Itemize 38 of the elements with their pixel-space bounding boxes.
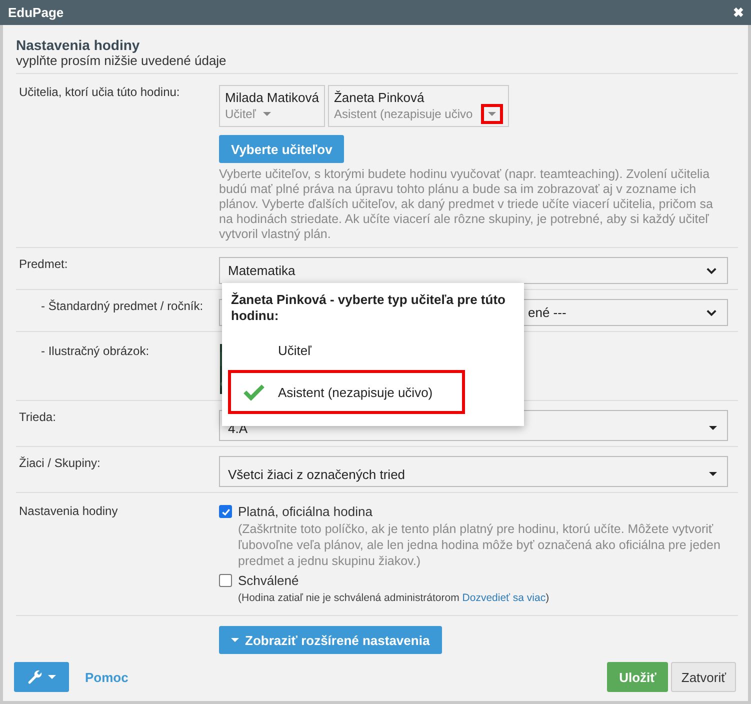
dialog-subtitle: vyplňte prosím nižšie uvedené údaje [16,53,228,68]
checkbox-label: Platná, oficiálna hodina [238,504,372,519]
field-label: Trieda: [19,410,56,424]
field-label: Nastavenia hodiny [19,504,118,518]
teacher-type-option[interactable]: Učiteľ [228,332,465,368]
field-label: Učitelia, ktorí učia túto hodinu: [19,85,180,99]
popup-title: Žaneta Pinková - vyberte typ učiteľa pre túto hodinu: [230,292,506,324]
field-label: Žiaci / Skupiny: [19,456,100,470]
teacher-name: Milada Matiková [225,90,319,105]
option-note: (Hodina zatiaľ nie je schválená administrátorom Dozvedieť sa viac) [238,591,550,606]
teacher-chip[interactable]: Milada Matiková Učiteľ [219,85,325,127]
caret-icon[interactable] [480,104,503,124]
option-note: (Zaškrtnite toto políčko, ak je tento plán platný pre hodinu, ktorú učíte. Môžete vytvoriť ľubovoľne veľa plánov, ale len jedna hodina môže byť označená ako oficiálna pre jeden predmet a jednu skupinu žiakov.) [238,521,722,569]
field-label: - Štandardný predmet / ročník: [41,299,204,313]
learn-more-link[interactable]: Dozvedieť sa viac [462,592,546,604]
checkbox[interactable] [219,574,232,587]
close-button[interactable]: ✖ [733,5,744,20]
check-icon [243,383,265,401]
chevron-down-icon [706,308,717,316]
teacher-name: Žaneta Pinková [334,90,426,105]
select-field[interactable]: Matematika [219,257,728,284]
teacher-role: Učiteľ [225,107,256,121]
select-field[interactable]: Všetci žiaci z označených tried [219,456,728,487]
close-dialog-button[interactable]: Zatvoriť [671,662,736,692]
field-label: - Ilustračný obrázok: [41,344,150,358]
checkbox-label: Schválené [238,573,299,588]
tools-button[interactable] [14,662,69,692]
wrench-icon [27,669,43,685]
teacher-chip[interactable]: Žaneta Pinková Asistent (nezapisuje učivo [328,85,509,127]
chevron-down-icon [706,266,717,274]
checkbox[interactable] [219,505,232,518]
field-label: Predmet: [19,257,68,271]
dialog-title: Nastavenia hodiny [16,37,141,53]
help-text: Vyberte učiteľov, s ktorými budete hodinu vyučovať (napr. teamteaching). Zvolení učitelia budú mať plné práva na úpravu tohto plánu a bude sa im zobrazovať aj v zozname ich plánov. Vyberte ďalších učiteľov, ak daný predmet v triede učíte viacerí učitelia, pričom sa na hodinách striedate. Ak učíte viacerí ale rôzne skupiny, je potrebné, aby si každý učiteľ vytvoril vlastný plán. [219,167,714,242]
caret-icon [709,472,717,476]
window-title: EduPage [8,5,64,20]
teacher-role: Asistent (nezapisuje učivo [334,107,473,121]
teacher-type-option[interactable]: Asistent (nezapisuje učivo) [228,370,465,414]
